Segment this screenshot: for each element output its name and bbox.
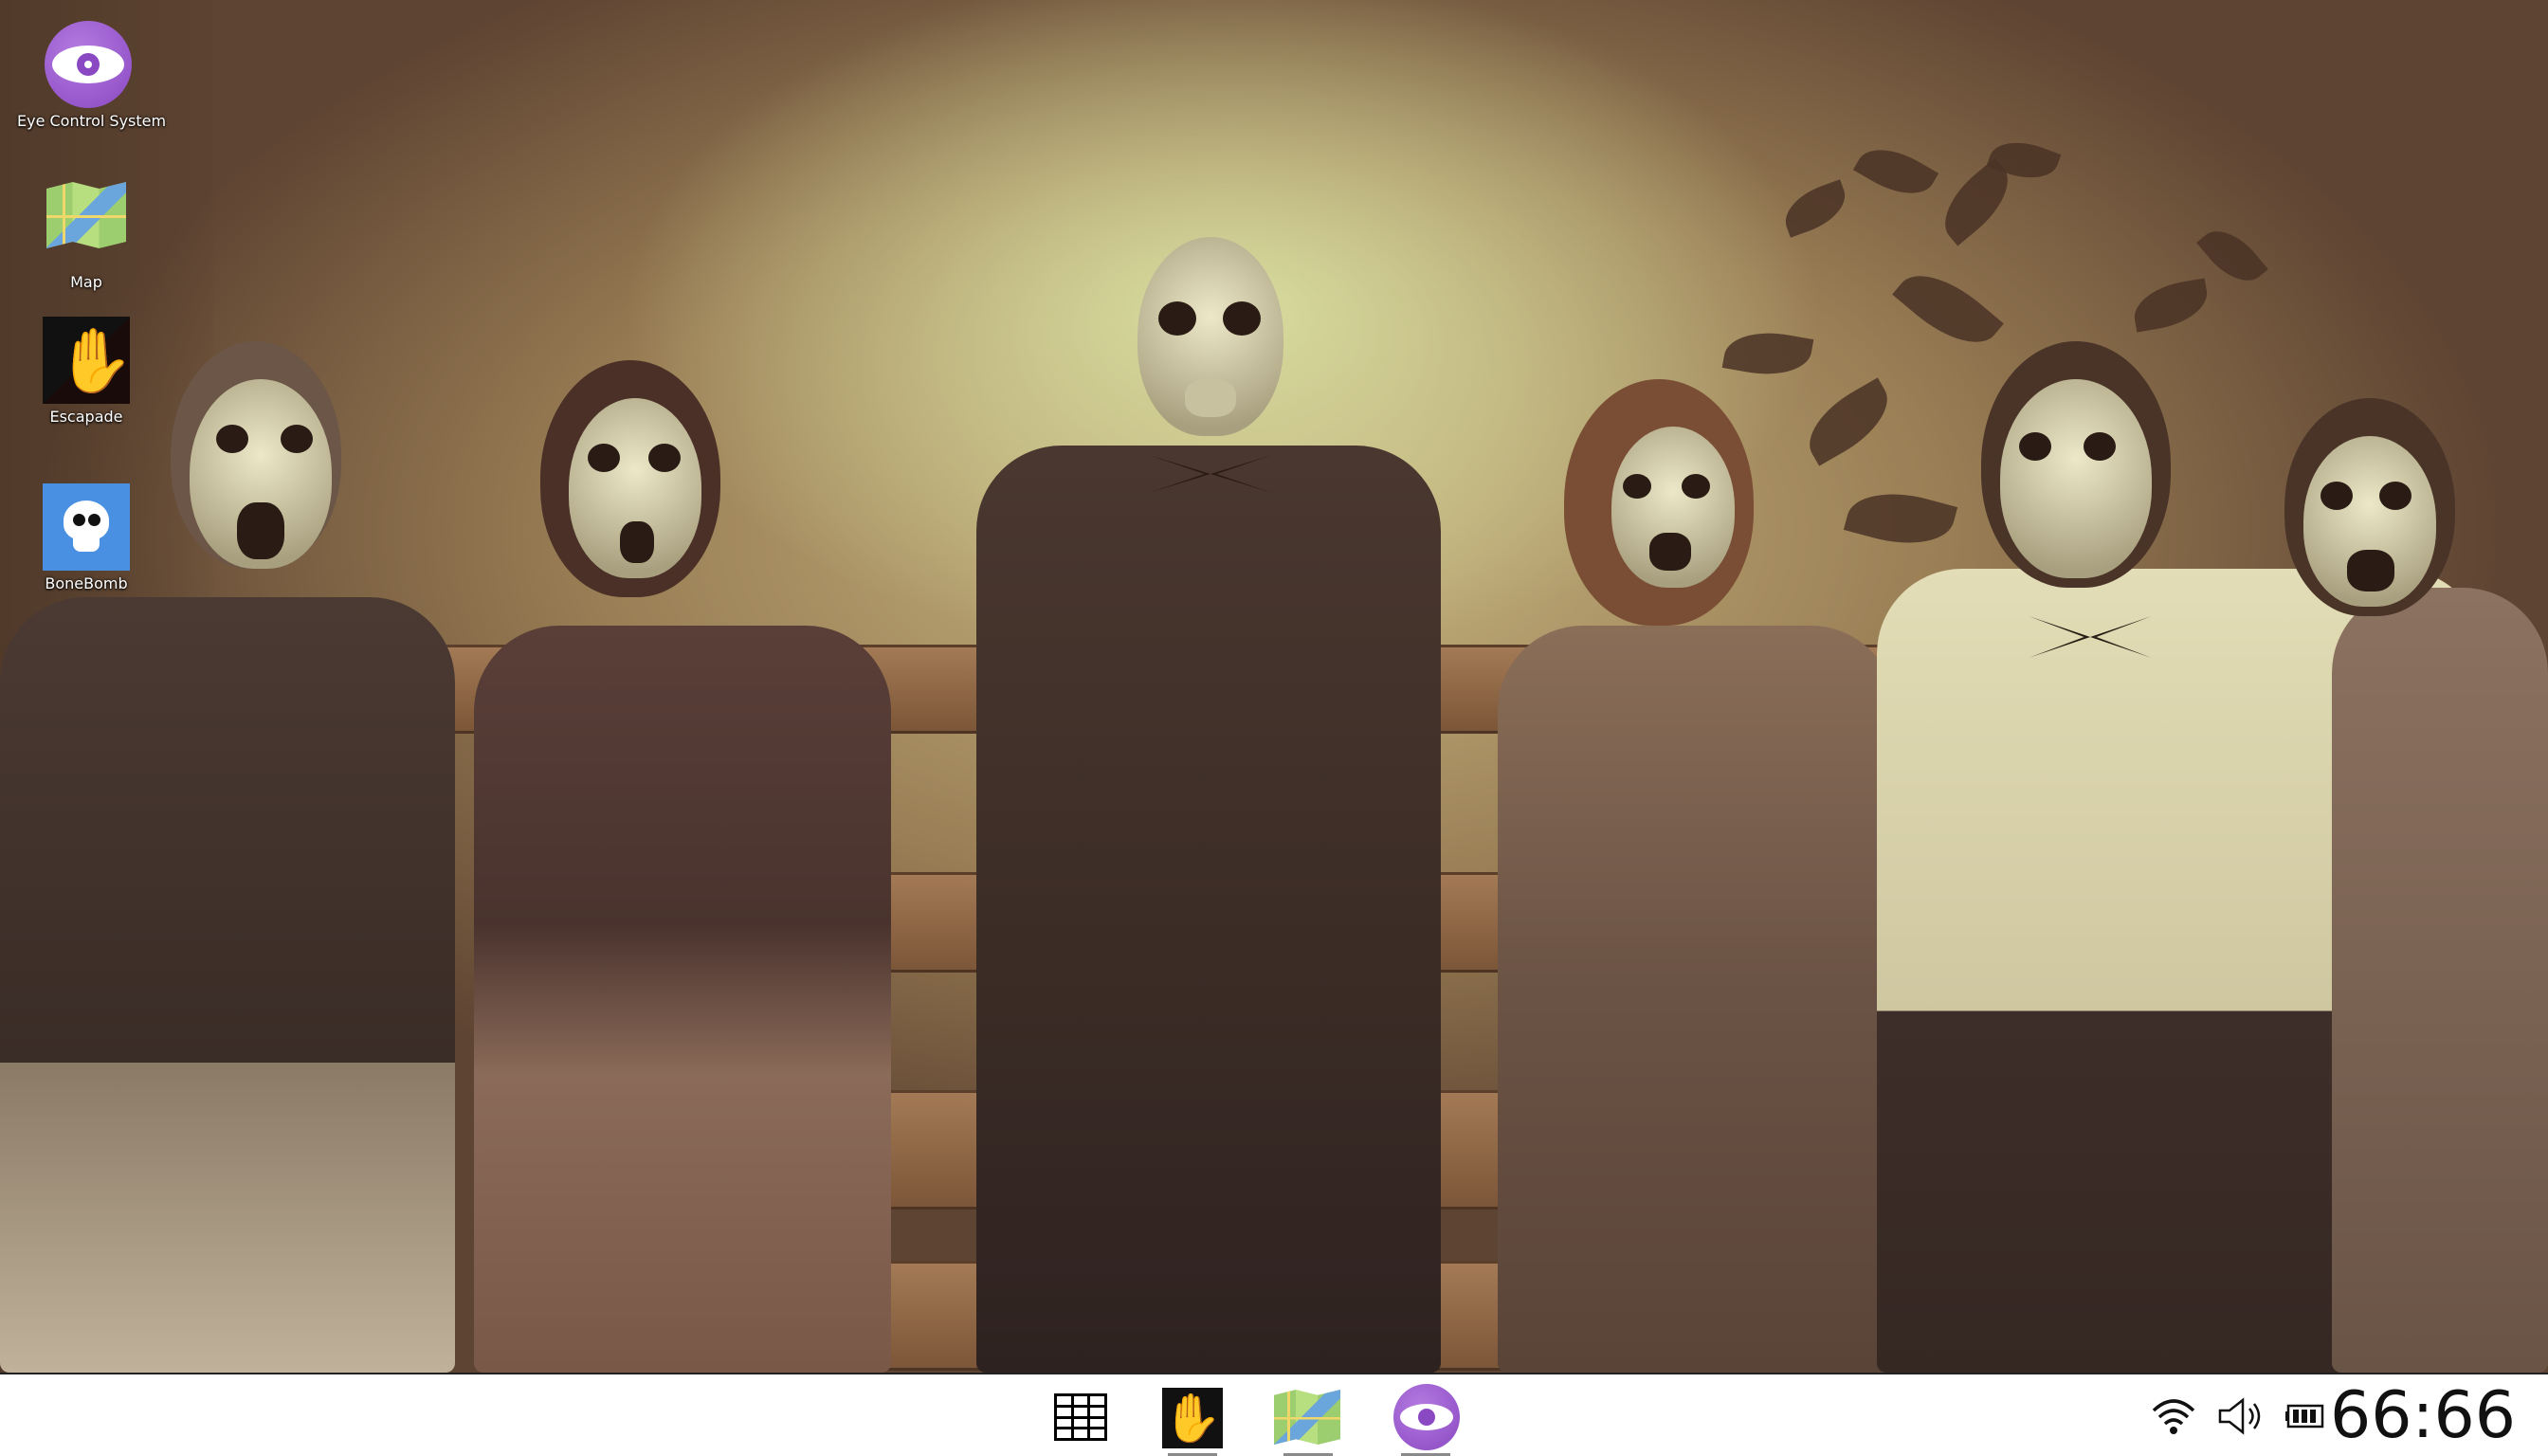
desktop-icon-eye-control-system[interactable]: Eye Control System [17, 21, 167, 130]
taskbar-map-button[interactable] [1274, 1384, 1342, 1456]
eye-icon [1393, 1384, 1460, 1450]
taskbar-eye-control-button[interactable] [1392, 1384, 1460, 1456]
map-icon [43, 182, 130, 269]
volume-icon[interactable] [2216, 1395, 2266, 1437]
bloody-hand-icon: ✋ [43, 317, 130, 404]
map-icon [1274, 1390, 1340, 1445]
wifi-icon[interactable] [2150, 1395, 2197, 1437]
desktop-wallpaper: Eye Control System Map ✋ Escapade BoneBo… [0, 0, 2548, 1373]
desktop-icon-label: Map [70, 273, 102, 291]
desktop-icon-label: Escapade [49, 408, 123, 426]
desktop-icon-escapade[interactable]: ✋ Escapade [15, 317, 157, 426]
taskbar-escapade-button[interactable]: ✋ [1158, 1384, 1227, 1456]
eye-icon [45, 21, 132, 108]
desktop-icon-map[interactable]: Map [15, 173, 157, 291]
desktop-icon-label: BoneBomb [45, 574, 128, 592]
taskbar-app-grid-button[interactable] [1045, 1384, 1113, 1452]
desktop-icon-bonebomb[interactable]: BoneBomb [15, 483, 157, 592]
desktop-icon-label: Eye Control System [17, 112, 167, 130]
app-grid-icon [1054, 1393, 1107, 1441]
clock[interactable]: 66:66 [2330, 1380, 2516, 1452]
taskbar: ✋ 66:66 [0, 1373, 2548, 1456]
bloody-hand-icon: ✋ [1162, 1388, 1223, 1448]
battery-icon[interactable] [2284, 1395, 2328, 1437]
skull-icon [43, 483, 130, 571]
